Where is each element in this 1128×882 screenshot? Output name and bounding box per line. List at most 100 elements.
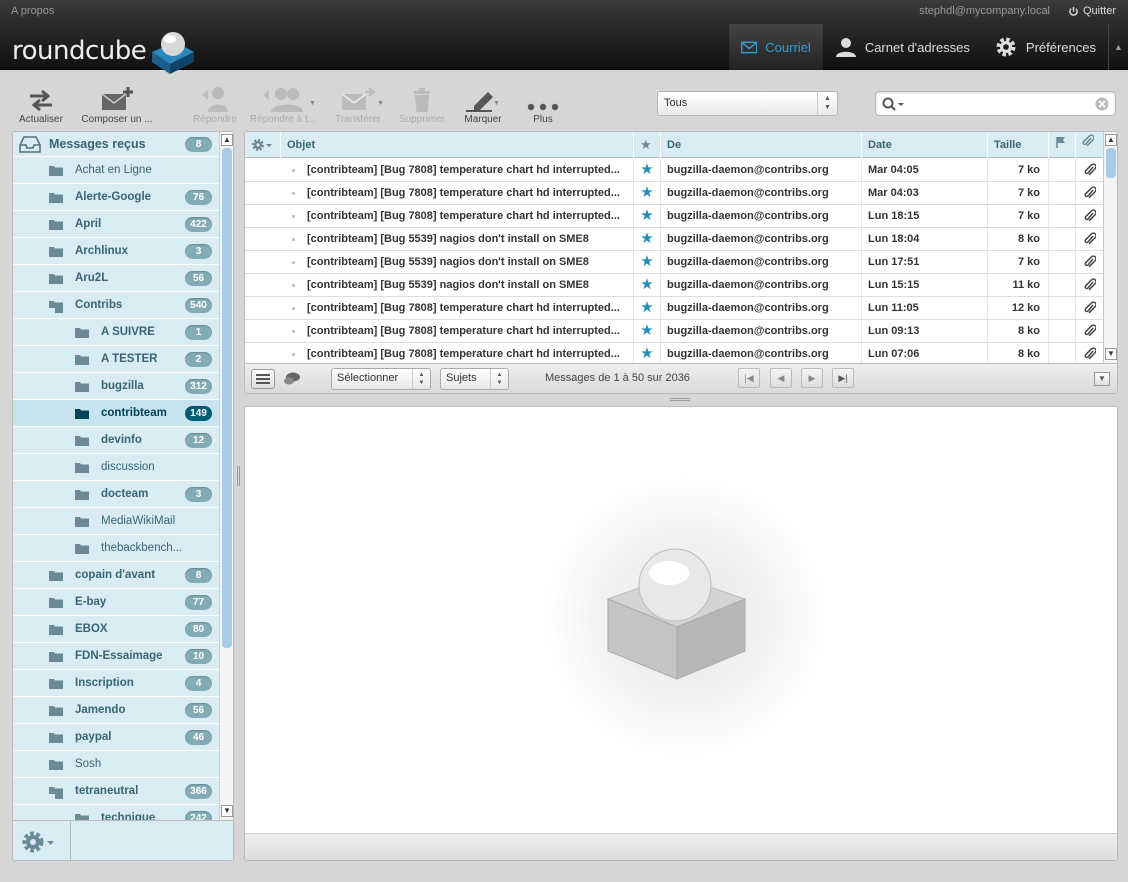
nav-contacts[interactable]: Carnet d'adresses <box>823 24 982 70</box>
threads-menu[interactable]: Sujets ▲ ▼ <box>440 368 509 390</box>
folder-item[interactable]: tetraneutral 366 <box>13 778 219 805</box>
nav-settings[interactable]: Préférences <box>982 24 1108 70</box>
list-options-button[interactable] <box>245 132 281 158</box>
star-icon[interactable]: ★ <box>634 182 661 204</box>
scroll-up-icon[interactable]: ▲ <box>221 134 233 146</box>
reply-button[interactable]: Répondre <box>180 84 250 125</box>
message-filter-select[interactable]: Tous ▲ ▼ <box>657 91 838 116</box>
folder-item[interactable]: MediaWikiMail <box>13 508 219 535</box>
collapse-header-button[interactable]: ▲ <box>1108 24 1128 70</box>
about-link[interactable]: A propos <box>11 5 54 17</box>
search-icon[interactable] <box>882 97 906 111</box>
folder-item[interactable]: contribteam 149 <box>13 400 219 427</box>
flag-cell[interactable] <box>1049 159 1076 181</box>
folder-item[interactable]: E-bay 77 <box>13 589 219 616</box>
last-page-button[interactable]: ▶| <box>832 368 854 388</box>
reply-all-dropdown-icon[interactable]: ▼ <box>309 100 316 107</box>
column-attachment[interactable] <box>1076 132 1103 158</box>
search-box[interactable] <box>875 91 1116 116</box>
first-page-button[interactable]: |◀ <box>738 368 760 388</box>
scroll-thumb[interactable] <box>1106 148 1116 178</box>
folder-item[interactable]: April 422 <box>13 211 219 238</box>
column-subject[interactable]: Objet <box>281 132 634 158</box>
folder-item[interactable]: paypal 46 <box>13 724 219 751</box>
star-icon[interactable]: ★ <box>634 320 661 342</box>
star-icon[interactable]: ★ <box>634 274 661 296</box>
flag-cell[interactable] <box>1049 205 1076 227</box>
folder-item[interactable]: FDN-Essaimage 10 <box>13 643 219 670</box>
column-size[interactable]: Taille <box>988 132 1049 158</box>
folder-inbox[interactable]: Messages reçus 8 <box>13 132 219 157</box>
mark-dropdown-icon[interactable]: ▼ <box>493 100 500 107</box>
folder-item[interactable]: Sosh <box>13 751 219 778</box>
more-button[interactable]: Plus <box>508 84 578 125</box>
scroll-up-icon[interactable]: ▲ <box>1105 134 1117 146</box>
vertical-splitter[interactable] <box>237 466 240 486</box>
delete-button[interactable]: Supprimer <box>387 84 457 125</box>
folder-item[interactable]: Jamendo 56 <box>13 697 219 724</box>
column-from[interactable]: De <box>661 132 862 158</box>
clear-search-icon[interactable] <box>1095 97 1109 111</box>
previous-page-button[interactable]: ◀ <box>770 368 792 388</box>
compose-button[interactable]: Composer un ... <box>78 84 156 125</box>
folder-item[interactable]: Contribs 540 <box>13 292 219 319</box>
column-date[interactable]: Date <box>862 132 988 158</box>
folder-item[interactable]: Alerte-Google 76 <box>13 184 219 211</box>
scroll-down-icon[interactable]: ▼ <box>1105 348 1117 360</box>
horizontal-splitter[interactable] <box>670 398 690 401</box>
message-row[interactable]: [contribteam] [Bug 7808] temperature cha… <box>245 297 1103 320</box>
flag-cell[interactable] <box>1049 251 1076 273</box>
search-input[interactable] <box>910 94 1090 113</box>
folder-item[interactable]: Achat en Ligne <box>13 157 219 184</box>
folder-item[interactable]: A TESTER 2 <box>13 346 219 373</box>
logo[interactable]: roundcube <box>12 28 198 74</box>
flag-cell[interactable] <box>1049 182 1076 204</box>
star-icon[interactable]: ★ <box>634 297 661 319</box>
column-flag-star[interactable]: ★ <box>634 132 661 158</box>
folder-item[interactable]: discussion <box>13 454 219 481</box>
folder-item[interactable]: Inscription 4 <box>13 670 219 697</box>
star-icon[interactable]: ★ <box>634 343 661 365</box>
star-icon[interactable]: ★ <box>634 205 661 227</box>
toggle-preview-button[interactable]: ▼ <box>1094 372 1110 386</box>
message-row[interactable]: [contribteam] [Bug 7808] temperature cha… <box>245 182 1103 205</box>
logout-button[interactable]: Quitter <box>1068 5 1116 17</box>
folder-actions-button[interactable] <box>21 830 63 854</box>
folder-item[interactable]: Aru2L 56 <box>13 265 219 292</box>
star-icon[interactable]: ★ <box>634 159 661 181</box>
refresh-button[interactable]: Actualiser <box>6 84 76 125</box>
flag-cell[interactable] <box>1049 320 1076 342</box>
message-row[interactable]: [contribteam] [Bug 7808] temperature cha… <box>245 205 1103 228</box>
list-view-button[interactable] <box>251 369 275 389</box>
folder-item[interactable]: EBOX 80 <box>13 616 219 643</box>
flag-cell[interactable] <box>1049 297 1076 319</box>
scroll-down-icon[interactable]: ▼ <box>221 805 233 817</box>
forward-dropdown-icon[interactable]: ▼ <box>377 100 384 107</box>
flag-cell[interactable] <box>1049 228 1076 250</box>
folder-item[interactable]: thebackbench... <box>13 535 219 562</box>
flag-cell[interactable] <box>1049 274 1076 296</box>
message-row[interactable]: [contribteam] [Bug 5539] nagios don't in… <box>245 251 1103 274</box>
folder-item[interactable]: Archlinux 3 <box>13 238 219 265</box>
message-scrollbar[interactable]: ▲ ▼ <box>1103 132 1117 363</box>
message-row[interactable]: [contribteam] [Bug 7808] temperature cha… <box>245 159 1103 182</box>
folder-item[interactable]: copain d'avant 8 <box>13 562 219 589</box>
column-flag[interactable] <box>1049 132 1076 158</box>
nav-mail[interactable]: Courriel <box>728 24 823 70</box>
folder-item[interactable]: bugzilla 312 <box>13 373 219 400</box>
message-row[interactable]: [contribteam] [Bug 7808] temperature cha… <box>245 320 1103 343</box>
thread-view-button[interactable] <box>283 371 301 390</box>
next-page-button[interactable]: ▶ <box>801 368 823 388</box>
message-row[interactable]: [contribteam] [Bug 5539] nagios don't in… <box>245 274 1103 297</box>
message-row[interactable]: [contribteam] [Bug 5539] nagios don't in… <box>245 228 1103 251</box>
scroll-thumb[interactable] <box>222 148 232 648</box>
star-icon[interactable]: ★ <box>634 228 661 250</box>
flag-cell[interactable] <box>1049 343 1076 365</box>
folder-item[interactable]: docteam 3 <box>13 481 219 508</box>
select-menu[interactable]: Sélectionner ▲ ▼ <box>331 368 431 390</box>
folder-item[interactable]: A SUIVRE 1 <box>13 319 219 346</box>
folder-item[interactable]: devinfo 12 <box>13 427 219 454</box>
folder-item[interactable]: technique 242 <box>13 805 219 820</box>
star-icon[interactable]: ★ <box>634 251 661 273</box>
folder-scrollbar[interactable]: ▲ ▼ <box>219 132 233 820</box>
